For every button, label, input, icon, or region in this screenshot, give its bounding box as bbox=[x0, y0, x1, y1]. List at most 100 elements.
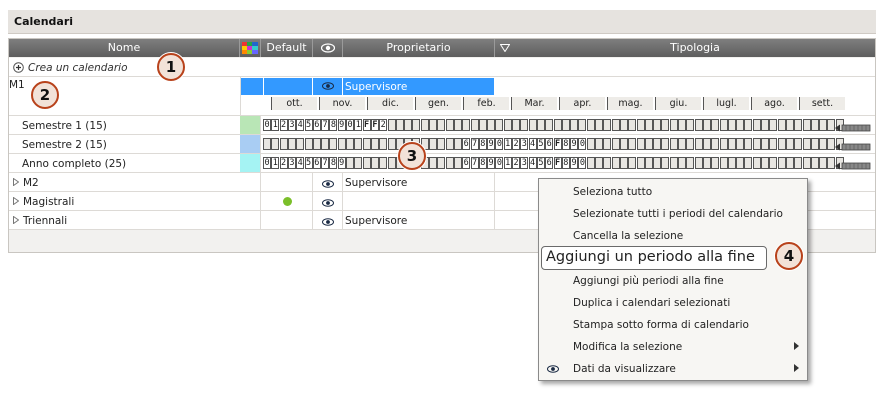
week-cell[interactable] bbox=[819, 138, 828, 150]
week-cell[interactable] bbox=[711, 157, 720, 169]
week-cell[interactable]: 3 bbox=[520, 138, 529, 150]
week-cell[interactable] bbox=[802, 138, 811, 150]
week-cell[interactable] bbox=[752, 157, 761, 169]
week-cell[interactable]: 6 bbox=[312, 119, 321, 131]
week-cell[interactable]: 2 bbox=[379, 119, 388, 131]
eye-icon[interactable] bbox=[322, 197, 334, 210]
week-cell[interactable] bbox=[512, 119, 520, 131]
period-color-swatch[interactable] bbox=[240, 135, 261, 153]
week-cell[interactable]: 5 bbox=[304, 157, 313, 169]
week-cell[interactable] bbox=[595, 138, 603, 150]
week-cell[interactable] bbox=[686, 157, 695, 169]
week-cell[interactable]: 8 bbox=[561, 138, 570, 150]
week-cell[interactable] bbox=[769, 119, 778, 131]
week-cell[interactable] bbox=[271, 138, 280, 150]
week-cell[interactable]: 9 bbox=[337, 157, 346, 169]
period-color-swatch[interactable] bbox=[240, 116, 261, 134]
week-cell[interactable] bbox=[611, 157, 620, 169]
week-cell[interactable] bbox=[387, 119, 396, 131]
week-cell[interactable] bbox=[727, 119, 736, 131]
week-cell[interactable]: 9 bbox=[487, 157, 496, 169]
week-cell[interactable] bbox=[453, 119, 462, 131]
week-cell[interactable] bbox=[678, 119, 686, 131]
week-cell[interactable]: F bbox=[553, 157, 562, 169]
week-cell[interactable] bbox=[653, 119, 662, 131]
week-cell[interactable]: 4 bbox=[528, 157, 537, 169]
week-cell[interactable] bbox=[586, 157, 595, 169]
week-cell[interactable]: F bbox=[553, 138, 562, 150]
week-cell[interactable] bbox=[669, 138, 678, 150]
week-cell[interactable] bbox=[644, 157, 653, 169]
week-cell[interactable] bbox=[702, 138, 711, 150]
expand-arrow-icon[interactable] bbox=[13, 197, 19, 205]
week-cell[interactable] bbox=[653, 138, 662, 150]
column-header-type[interactable]: Tipologia bbox=[515, 39, 875, 57]
week-cell[interactable] bbox=[752, 138, 761, 150]
week-cell[interactable]: 9 bbox=[570, 138, 579, 150]
week-cell[interactable] bbox=[595, 119, 603, 131]
menu-item-print[interactable]: Stampa sotto forma di calendario bbox=[539, 314, 807, 336]
week-cell[interactable] bbox=[570, 119, 579, 131]
week-cell[interactable] bbox=[628, 157, 637, 169]
week-cell[interactable] bbox=[794, 157, 803, 169]
week-cell[interactable] bbox=[744, 157, 753, 169]
week-cell[interactable] bbox=[304, 138, 313, 150]
week-cell[interactable] bbox=[694, 119, 703, 131]
week-cell[interactable] bbox=[603, 157, 612, 169]
default-indicator-dot[interactable] bbox=[283, 197, 292, 206]
week-cell[interactable] bbox=[370, 157, 379, 169]
week-cell[interactable]: 6 bbox=[545, 138, 554, 150]
create-calendar-link[interactable]: Crea un calendario bbox=[28, 62, 128, 74]
week-cell[interactable] bbox=[777, 138, 786, 150]
week-cell[interactable] bbox=[636, 138, 645, 150]
week-cell[interactable] bbox=[702, 157, 711, 169]
week-cell[interactable] bbox=[719, 157, 728, 169]
week-cell[interactable] bbox=[445, 157, 454, 169]
week-cell[interactable] bbox=[719, 138, 728, 150]
week-cell[interactable] bbox=[744, 138, 753, 150]
week-cell[interactable]: 9 bbox=[487, 138, 496, 150]
week-cell[interactable] bbox=[810, 157, 819, 169]
week-cell[interactable]: 2 bbox=[512, 138, 520, 150]
week-cell[interactable] bbox=[379, 138, 388, 150]
week-cell[interactable]: F bbox=[362, 119, 371, 131]
week-cell[interactable] bbox=[321, 138, 330, 150]
menu-item-duplicate[interactable]: Duplica i calendari selezionati bbox=[539, 292, 807, 314]
week-cell[interactable] bbox=[279, 138, 288, 150]
week-cell[interactable] bbox=[520, 119, 529, 131]
week-cell[interactable] bbox=[404, 119, 413, 131]
week-cell[interactable] bbox=[362, 157, 371, 169]
week-cell[interactable] bbox=[354, 138, 363, 150]
week-cell[interactable]: 8 bbox=[329, 157, 338, 169]
menu-item-modify-selection[interactable]: Modifica la selezione bbox=[539, 336, 807, 358]
week-cell[interactable] bbox=[619, 138, 628, 150]
week-cell[interactable] bbox=[453, 157, 462, 169]
week-cell[interactable]: 3 bbox=[520, 157, 529, 169]
period-row[interactable]: Semestre 1 (15) 0 1 2 3 4 5 6 7 8 9 0 1 F F 2 bbox=[9, 116, 875, 135]
week-cell[interactable] bbox=[785, 157, 794, 169]
week-cell[interactable] bbox=[370, 138, 379, 150]
week-cell[interactable] bbox=[628, 119, 637, 131]
week-cell[interactable]: 0 bbox=[263, 157, 271, 169]
week-cell[interactable] bbox=[628, 138, 637, 150]
week-cell[interactable] bbox=[362, 138, 371, 150]
period-row[interactable]: Anno completo (25) 0 1 2 3 4 5 6 7 8 9 6 7 8 9 0 1 2 3 4 5 6 F… bbox=[9, 154, 875, 173]
week-cell[interactable]: 3 bbox=[287, 157, 296, 169]
week-cell[interactable]: 6 bbox=[312, 157, 321, 169]
week-cell[interactable]: 0 bbox=[495, 138, 504, 150]
week-cell[interactable] bbox=[437, 119, 446, 131]
menu-item-clear-selection[interactable]: Cancella la selezione bbox=[539, 225, 807, 247]
week-cell[interactable]: 4 bbox=[528, 138, 537, 150]
week-cell[interactable] bbox=[694, 138, 703, 150]
column-header-owner[interactable]: Proprietario bbox=[343, 39, 495, 57]
scroll-slider-icon[interactable] bbox=[835, 160, 871, 170]
filter-icon[interactable] bbox=[495, 39, 515, 57]
week-cell[interactable]: 1 bbox=[503, 138, 512, 150]
create-calendar-row[interactable]: Crea un calendario bbox=[9, 58, 875, 77]
week-cell[interactable] bbox=[769, 138, 778, 150]
calendar-row-m1[interactable]: M1 Supervisore ott. nov. dic. gen. feb. Mar. a… bbox=[9, 77, 875, 116]
week-cell[interactable] bbox=[445, 119, 454, 131]
week-cell[interactable]: 6 bbox=[462, 138, 471, 150]
week-cell[interactable] bbox=[619, 119, 628, 131]
week-cell[interactable] bbox=[287, 138, 296, 150]
